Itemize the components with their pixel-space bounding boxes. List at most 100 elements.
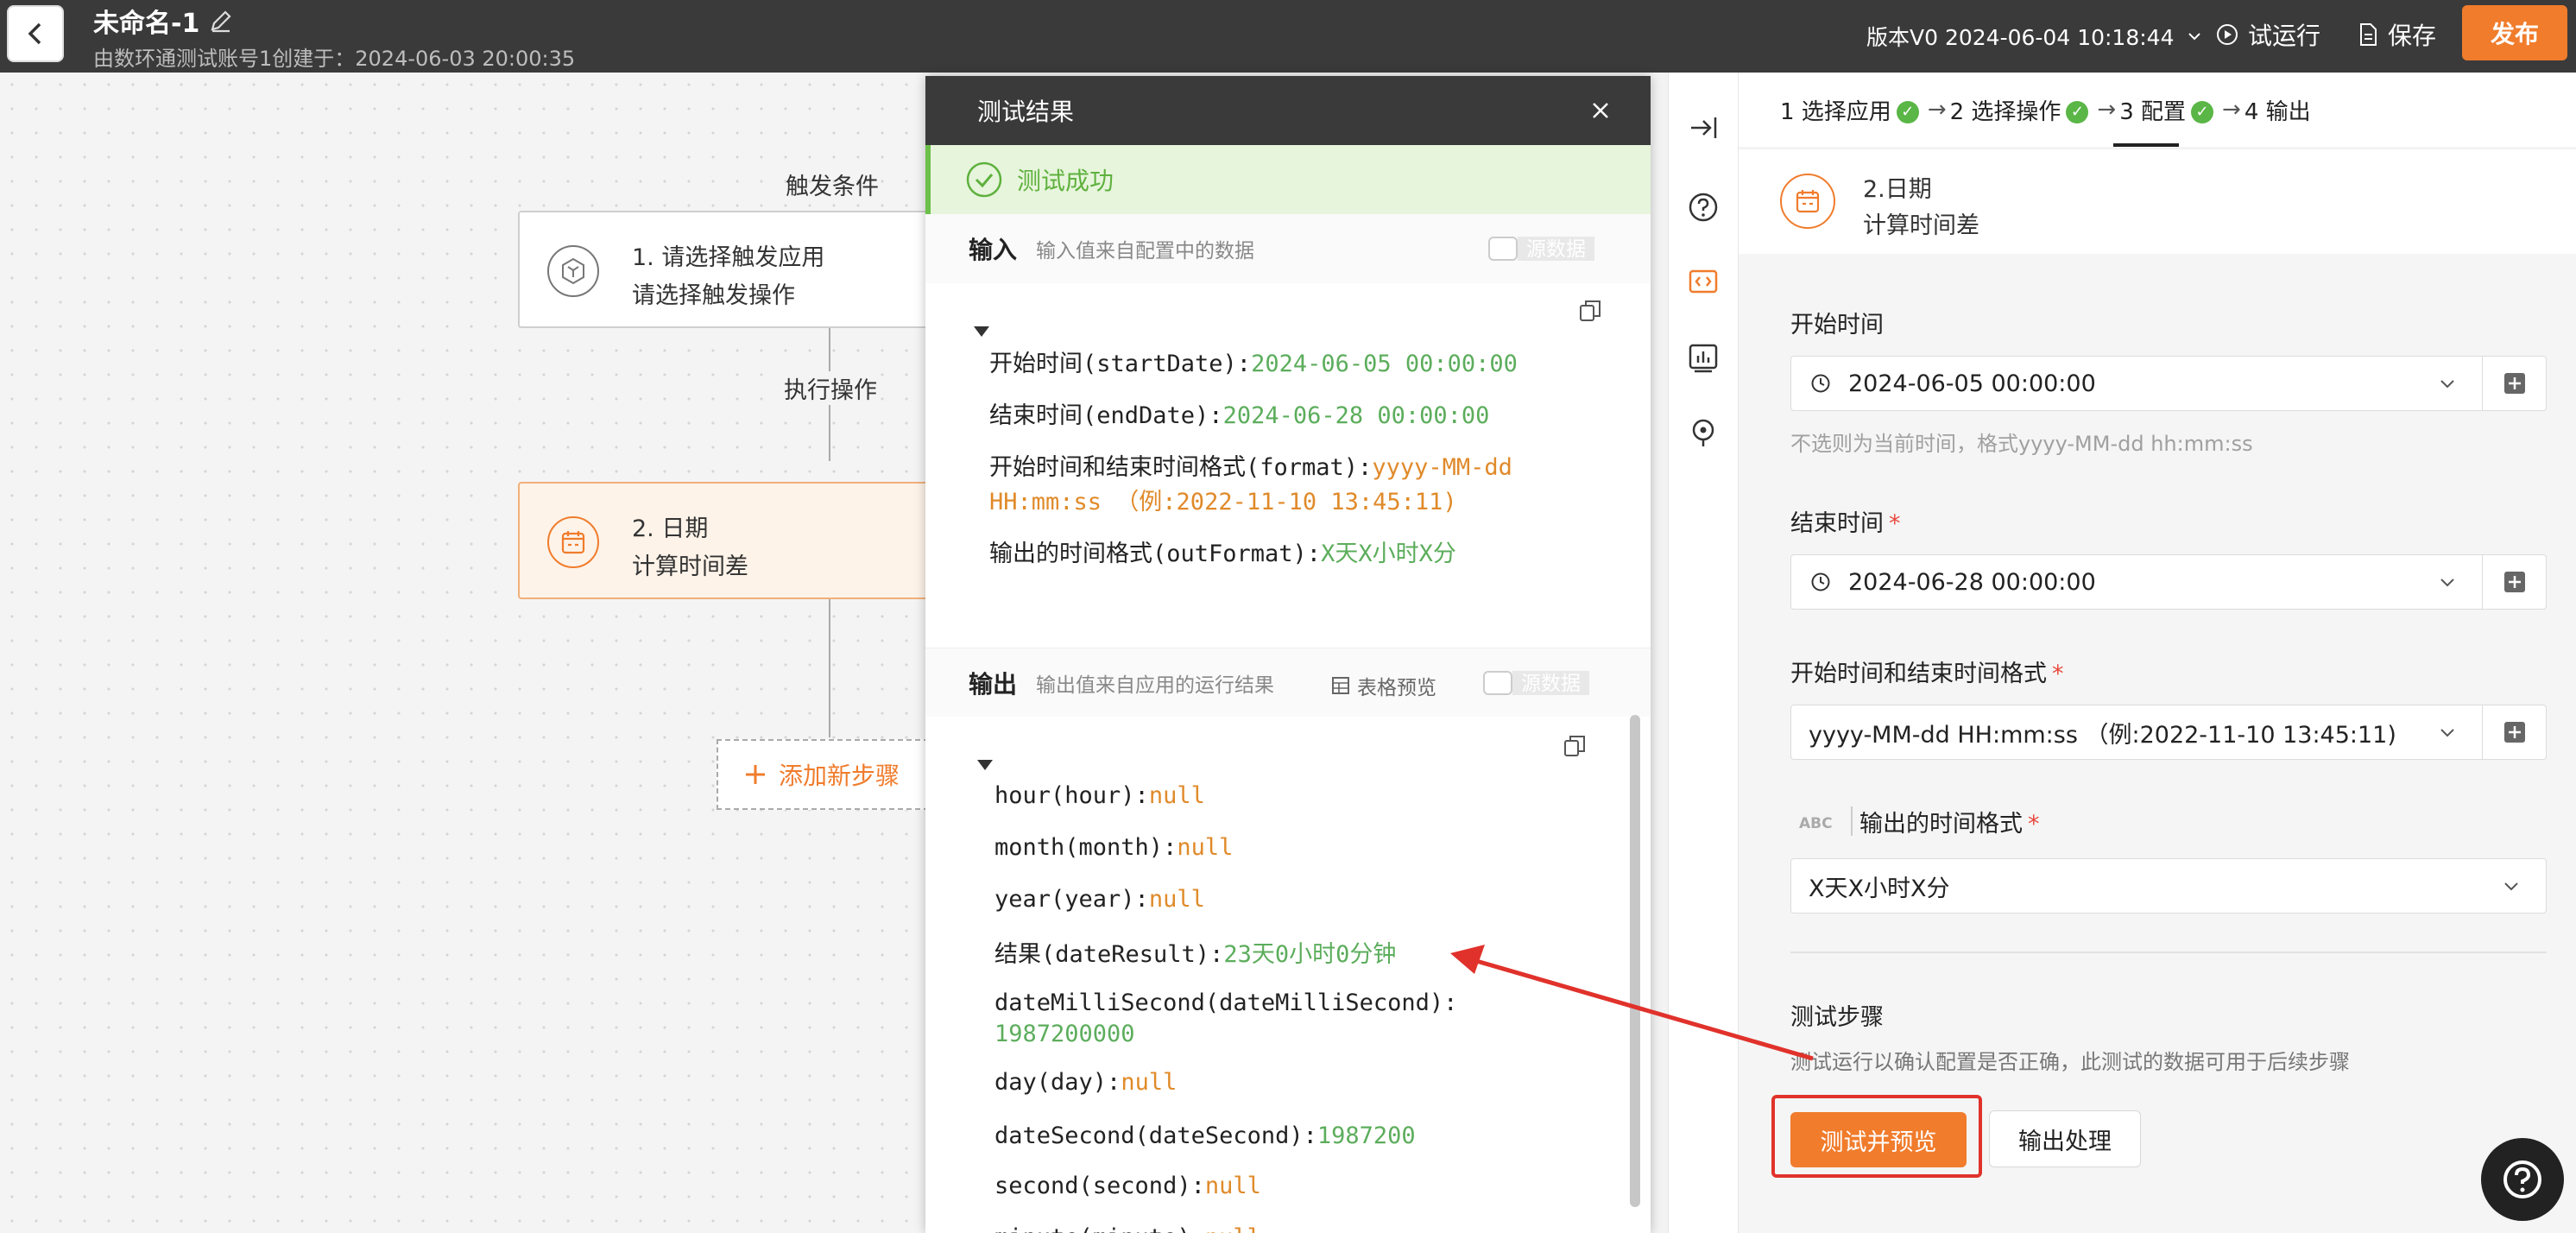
output-format-select[interactable]: X天X小时X分 <box>1790 858 2547 914</box>
add-step-button[interactable]: 添加新步骤 <box>717 739 929 810</box>
end-time-label: 结束时间 * <box>1790 510 1901 537</box>
format-label: 开始时间和结束时间格式 * <box>1790 661 2064 687</box>
check-circle-icon <box>966 161 1002 198</box>
result-title: 测试结果 <box>977 98 1075 126</box>
date-node[interactable]: 2. 日期 计算时间差 <box>518 482 950 599</box>
output-scrollbar[interactable] <box>1630 715 1640 1207</box>
input-subtitle: 输入值来自配置中的数据 <box>1036 240 1255 262</box>
step-item[interactable]: 1 选择应用 ✓ <box>1780 94 1924 126</box>
end-time-value: 2024-06-28 00:00:00 <box>1848 568 2096 596</box>
output-title: 输出 <box>969 669 1018 699</box>
insert-variable-button[interactable] <box>2482 357 2546 410</box>
insert-variable-button[interactable] <box>2482 555 2546 609</box>
output-row: minute(minute):null <box>994 1221 1261 1233</box>
step-item[interactable]: 4 输出 <box>2245 94 2311 126</box>
cube-icon <box>547 245 599 297</box>
clock-icon <box>1811 374 1830 393</box>
test-run-label: 试运行 <box>2248 22 2321 50</box>
output-row: day(day):null <box>994 1069 1178 1096</box>
location-pin-icon[interactable] <box>1686 416 1720 451</box>
chevron-down-icon <box>2440 579 2454 587</box>
start-time-hint: 不选则为当前时间，格式yyyy-MM-dd hh:mm:ss <box>1790 432 2253 456</box>
arrow-icon: → <box>2222 97 2241 123</box>
format-select[interactable]: yyyy-MM-dd HH:mm:ss （例:2022-11-10 13:45:… <box>1790 705 2547 760</box>
text-type-icon: ABC <box>1799 815 1833 832</box>
publish-button[interactable]: 发布 <box>2462 5 2567 60</box>
test-step-title: 测试步骤 <box>1790 1004 1884 1031</box>
clock-icon <box>1811 572 1830 591</box>
calendar-icon <box>1780 174 1835 229</box>
check-icon: ✓ <box>2066 101 2089 123</box>
table-preview-label: 表格预览 <box>1357 677 1436 699</box>
output-row: month(month):null <box>994 834 1234 861</box>
copy-icon[interactable] <box>1563 734 1587 758</box>
document-title[interactable]: 未命名-1 <box>93 2 199 40</box>
app-card: 2.日期 计算时间差 <box>1739 149 2576 254</box>
input-row: 结束时间(endDate):2024-06-28 00:00:00 <box>989 402 1490 429</box>
check-icon: ✓ <box>2191 101 2214 123</box>
question-icon <box>2503 1160 2541 1198</box>
step-progress: 1 选择应用 ✓ → 2 选择操作 ✓ → 3 配置 ✓ → 4 输出 <box>1739 73 2576 147</box>
add-step-label: 添加新步骤 <box>779 762 900 790</box>
copy-icon[interactable] <box>1578 299 1602 323</box>
output-row: 结果(dateResult):23天0小时0分钟 <box>994 941 1397 968</box>
close-icon[interactable] <box>1585 95 1616 126</box>
output-row: year(year):null <box>994 886 1205 913</box>
input-data-tree: 开始时间(startDate):2024-06-05 00:00:00 结束时间… <box>989 347 1628 692</box>
output-processing-button[interactable]: 输出处理 <box>1989 1110 2141 1167</box>
insert-variable-button[interactable] <box>2482 705 2546 759</box>
calendar-icon <box>547 516 599 568</box>
raw-data-label: 源数据 <box>1518 237 1594 261</box>
success-banner: 测试成功 <box>925 145 1651 214</box>
collapse-panel-icon[interactable] <box>1686 111 1720 145</box>
chevron-left-icon <box>28 22 41 45</box>
success-text: 测试成功 <box>1017 167 1114 195</box>
test-run-button[interactable]: 试运行 <box>2215 17 2320 52</box>
output-subtitle: 输出值来自应用的运行结果 <box>1036 673 1275 697</box>
table-preview-button[interactable]: 表格预览 <box>1331 671 1436 700</box>
output-format-label: 输出的时间格式 * <box>1859 811 2040 838</box>
check-icon: ✓ <box>1896 101 1919 123</box>
trigger-node[interactable]: 1. 请选择触发应用 请选择触发操作 <box>518 211 950 328</box>
output-row: second(second):null <box>994 1173 1261 1199</box>
side-icon-rail <box>1668 73 1739 1233</box>
flow-canvas[interactable]: 触发条件 1. 请选择触发应用 请选择触发操作 执行操作 2. 日期 计算时间差… <box>0 73 950 1233</box>
input-title: 输入 <box>969 236 1018 264</box>
edit-icon[interactable] <box>207 7 235 35</box>
output-section-header: 输出 输出值来自应用的运行结果 表格预览 源数据 <box>925 648 1651 717</box>
collapse-caret-icon[interactable] <box>974 326 989 337</box>
help-circle-icon[interactable] <box>1686 190 1720 224</box>
result-header: 测试结果 <box>925 76 1651 145</box>
chevron-down-icon <box>2504 882 2518 891</box>
document-subtitle: 由数环通测试账号1创建于：2024-06-03 20:00:35 <box>93 47 576 71</box>
collapse-caret-icon[interactable] <box>977 760 993 770</box>
divider <box>1851 806 1853 836</box>
start-time-select[interactable]: 2024-06-05 00:00:00 <box>1790 356 2547 411</box>
trigger-label: 触发条件 <box>786 174 879 200</box>
end-time-select[interactable]: 2024-06-28 00:00:00 <box>1790 554 2547 610</box>
app-name: 2.日期 <box>1863 176 1932 203</box>
step-item[interactable]: 2 选择操作 ✓ <box>1950 94 2094 126</box>
app-action: 计算时间差 <box>1863 212 1979 239</box>
version-label: 版本V0 2024-06-04 10:18:44 <box>1866 25 2175 50</box>
help-button[interactable] <box>2481 1138 2564 1221</box>
trigger-node-title: 1. 请选择触发应用 <box>632 244 825 271</box>
back-button[interactable] <box>7 5 64 62</box>
output-raw-toggle[interactable]: 源数据 <box>1483 671 1589 695</box>
step-item[interactable]: 3 配置 ✓ <box>2119 94 2219 126</box>
save-button[interactable]: 保存 <box>2357 17 2436 52</box>
section-divider <box>1790 952 2547 953</box>
chevron-down-icon <box>2188 33 2201 41</box>
input-raw-toggle[interactable]: 源数据 <box>1488 237 1594 261</box>
config-panel: 1 选择应用 ✓ → 2 选择操作 ✓ → 3 配置 ✓ → 4 输出 2.日期 计算… <box>1739 73 2576 1233</box>
chart-icon[interactable] <box>1686 340 1720 375</box>
version-select[interactable]: 版本V0 2024-06-04 10:18:44 <box>1866 21 2203 52</box>
date-node-title: 2. 日期 <box>632 515 709 542</box>
code-icon[interactable] <box>1686 264 1720 299</box>
output-row: dateMilliSecond(dateMilliSecond): <box>994 990 1458 1016</box>
date-node-subtitle: 计算时间差 <box>632 553 748 580</box>
start-time-value: 2024-06-05 00:00:00 <box>1848 370 2096 397</box>
toggle-switch <box>1483 671 1512 695</box>
save-label: 保存 <box>2388 22 2437 50</box>
test-result-panel: 测试结果 测试成功 输入 输入值来自配置中的数据 源数据 开始时间(startD… <box>925 76 1651 1233</box>
